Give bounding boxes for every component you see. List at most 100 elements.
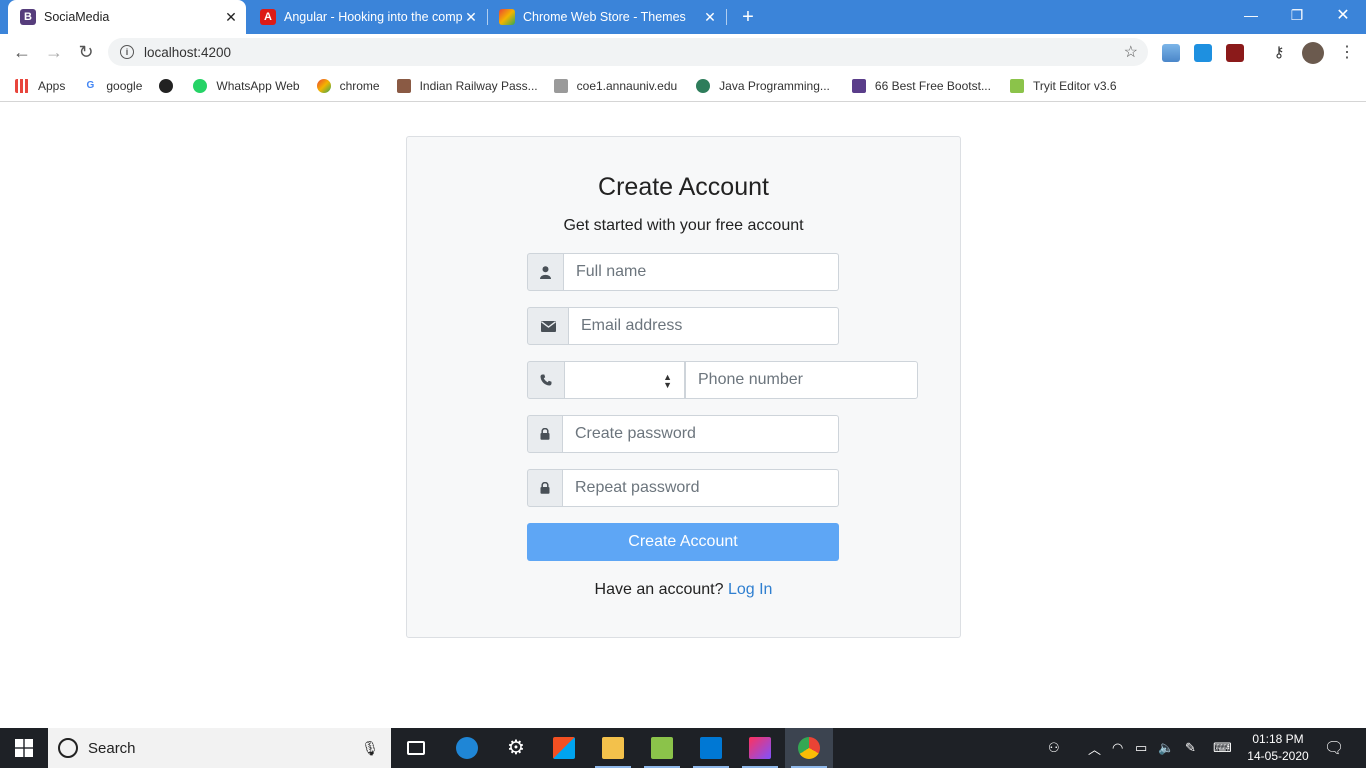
chrome-web-store-icon — [499, 9, 515, 25]
chrome-icon — [316, 78, 331, 93]
chrome-taskbar-icon[interactable] — [785, 728, 833, 768]
password-group — [527, 415, 839, 453]
clock-date: 14-05-2020 — [1247, 749, 1309, 763]
user-icon — [527, 253, 564, 291]
login-prompt: Have an account? Log In — [407, 581, 960, 599]
reload-icon[interactable]: ↻ — [72, 38, 100, 66]
whatsapp-icon — [193, 78, 208, 93]
colorlib-icon — [851, 78, 866, 93]
login-link[interactable]: Log In — [728, 581, 772, 598]
lock-icon — [527, 415, 563, 453]
page-content: Create Account Get started with your fre… — [0, 103, 1366, 728]
address-bar[interactable]: i localhost:4200 ☆ — [108, 38, 1148, 66]
windows-start-icon[interactable] — [0, 728, 48, 768]
chevron-up-icon[interactable]: ︿ — [1088, 728, 1101, 768]
railway-icon — [396, 78, 411, 93]
avatar[interactable] — [1302, 42, 1324, 64]
apps-grid-icon — [15, 78, 29, 93]
settings-gear-icon[interactable]: ⚙ — [492, 728, 540, 768]
close-tab-icon[interactable]: ✕ — [701, 9, 719, 26]
extension-image-icon[interactable] — [1162, 44, 1180, 62]
task-view-icon[interactable] — [392, 728, 440, 768]
bookmark-google[interactable]: G google — [83, 79, 142, 93]
bookmark-label: google — [106, 78, 143, 93]
key-icon[interactable]: ⚷ — [1270, 44, 1288, 62]
notepad-plus-icon[interactable] — [638, 728, 686, 768]
bookmark-annauniv[interactable]: coe1.annauniv.edu — [553, 78, 678, 93]
bookmark-chrome[interactable]: chrome — [316, 78, 380, 93]
bootstrap-icon: B — [20, 9, 36, 25]
file-explorer-icon[interactable] — [589, 728, 637, 768]
forward-icon[interactable]: → — [40, 38, 68, 66]
pen-icon[interactable]: ✎ — [1185, 728, 1196, 768]
have-account-text: Have an account? — [594, 581, 724, 598]
tab-title: SociaMedia — [44, 10, 110, 24]
vscode-icon[interactable] — [687, 728, 735, 768]
site-info-icon[interactable]: i — [120, 45, 134, 59]
bookmark-star-icon[interactable]: ☆ — [1124, 42, 1138, 62]
globe-icon — [159, 78, 174, 93]
create-account-button[interactable]: Create Account — [527, 523, 839, 561]
bookmark-bootstrap-templates[interactable]: 66 Best Free Bootst... — [851, 78, 991, 93]
bookmark-label: Indian Railway Pass... — [419, 78, 538, 93]
google-icon: G — [86, 80, 95, 91]
taskbar-search[interactable]: Search 🎙 — [48, 728, 391, 768]
adobe-acrobat-icon[interactable] — [1226, 44, 1244, 62]
bookmark-label: Apps — [38, 78, 66, 93]
intellij-icon[interactable] — [736, 728, 784, 768]
bookmark-indian-railway[interactable]: Indian Railway Pass... — [396, 78, 538, 93]
close-tab-icon[interactable]: ✕ — [462, 9, 480, 26]
minimize-icon[interactable]: — — [1228, 0, 1274, 30]
university-icon — [553, 78, 568, 93]
clock[interactable]: 01:18 PM 14-05-2020 — [1242, 731, 1314, 765]
battery-icon[interactable]: ▭ — [1135, 728, 1147, 768]
new-tab-button[interactable]: + — [734, 0, 762, 34]
people-icon[interactable]: ⚇ — [1048, 728, 1060, 768]
bookmark-java[interactable]: Java Programming... — [696, 78, 830, 93]
wifi-icon[interactable]: ◠ — [1112, 728, 1123, 768]
edge-icon[interactable] — [443, 728, 491, 768]
bookmark-label: WhatsApp Web — [216, 78, 300, 93]
menu-kebab-icon[interactable]: ⋮ — [1338, 44, 1356, 62]
java-icon — [696, 78, 711, 93]
volume-icon[interactable]: 🔈 — [1158, 728, 1174, 768]
page-title: Create Account — [598, 173, 769, 201]
tab-angular[interactable]: A Angular - Hooking into the comp ✕ — [248, 0, 486, 34]
taskbar: Search 🎙 ⚙ ⚇ ︿ ◠ ▭ 🔈 ✎ ⌨ 01:18 PM 14-05-… — [0, 728, 1366, 768]
tab-chrome-web-store[interactable]: Chrome Web Store - Themes ✕ — [487, 0, 725, 34]
tab-sociamedia[interactable]: B SociaMedia ✕ — [8, 0, 246, 34]
phone-icon — [527, 361, 565, 399]
windows-extension-icon[interactable] — [1194, 44, 1212, 62]
create-password-input[interactable] — [563, 415, 839, 453]
cortana-icon — [58, 738, 78, 758]
bookmark-label: Tryit Editor v3.6 — [1032, 78, 1117, 93]
notification-icon[interactable]: 🗨 — [1324, 728, 1344, 768]
store-icon[interactable] — [540, 728, 588, 768]
bookmark-whatsapp[interactable]: WhatsApp Web — [193, 78, 300, 93]
tab-divider — [726, 9, 727, 25]
angular-icon: A — [260, 9, 276, 25]
url-text: localhost:4200 — [144, 44, 232, 60]
back-icon[interactable]: ← — [8, 38, 36, 66]
close-window-icon[interactable]: ✕ — [1320, 0, 1366, 30]
restore-icon[interactable]: ❐ — [1274, 0, 1320, 30]
select-caret-icon: ▲ ▼ — [663, 372, 672, 390]
bookmark-globe[interactable] — [159, 78, 182, 93]
bookmark-label: coe1.annauniv.edu — [576, 78, 678, 93]
keyboard-icon[interactable]: ⌨ — [1213, 728, 1232, 768]
bookmark-apps[interactable]: Apps — [15, 78, 66, 93]
microphone-icon[interactable]: 🎙 — [361, 740, 379, 757]
bookmark-tryit[interactable]: Tryit Editor v3.6 — [1009, 78, 1117, 93]
w3schools-icon — [1009, 78, 1024, 93]
bookmark-label: Java Programming... — [719, 78, 830, 93]
country-code-select[interactable]: ▲ ▼ — [565, 361, 685, 399]
bookmark-label: chrome — [339, 78, 380, 93]
full-name-input[interactable] — [564, 253, 839, 291]
bookmarks-bar: Apps G google WhatsApp Web chrome Indian… — [0, 70, 1366, 102]
bookmark-label: 66 Best Free Bootst... — [874, 78, 991, 93]
search-placeholder: Search — [88, 739, 136, 757]
close-tab-icon[interactable]: ✕ — [222, 9, 240, 26]
phone-number-input[interactable] — [685, 361, 918, 399]
repeat-password-input[interactable] — [563, 469, 839, 507]
email-input[interactable] — [569, 307, 839, 345]
